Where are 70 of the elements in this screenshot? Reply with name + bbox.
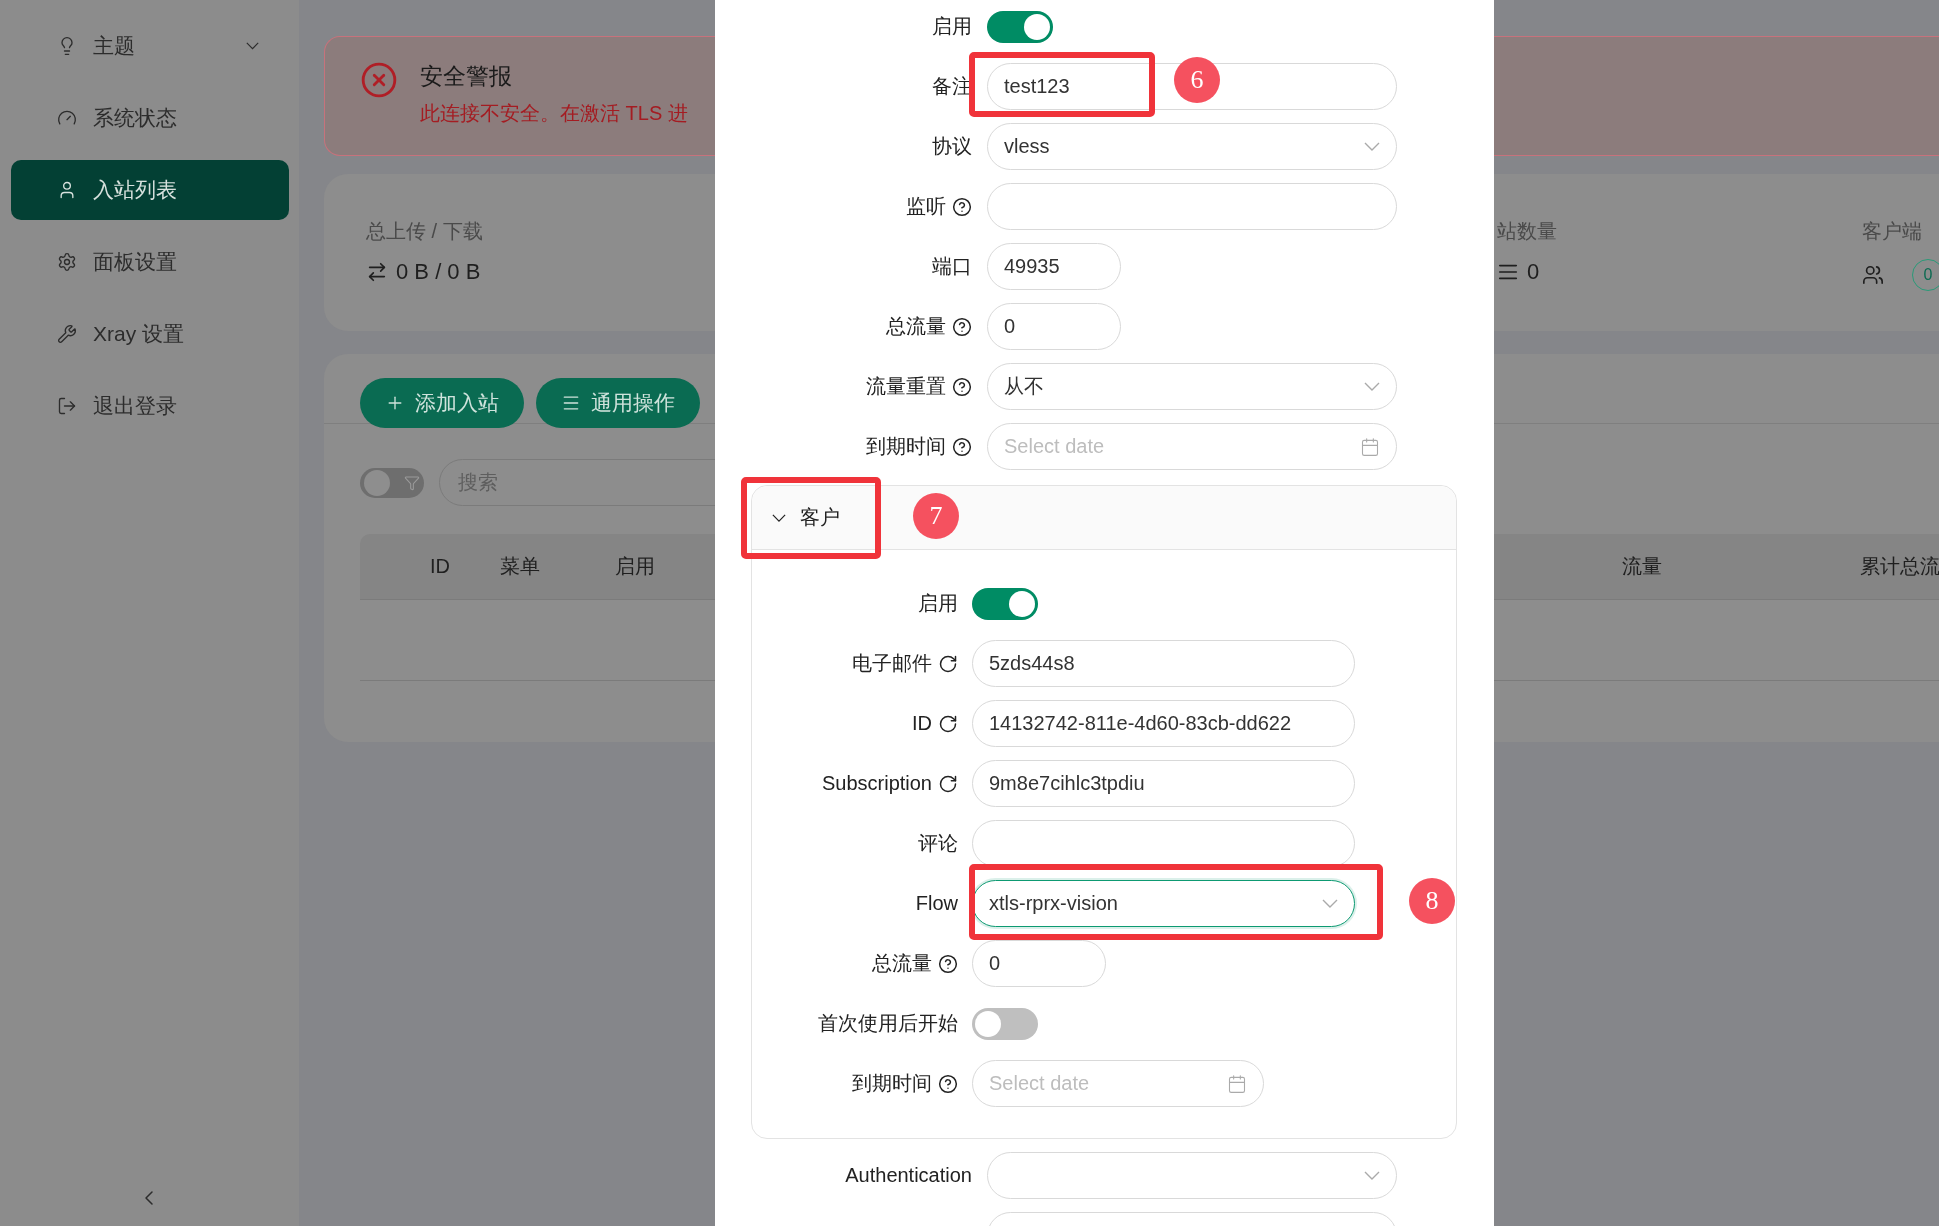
input-field[interactable]: 0 — [987, 303, 1121, 350]
stat-label: 站数量 — [1497, 219, 1558, 244]
error-icon — [360, 61, 398, 99]
field-label: 评论 — [918, 831, 958, 856]
stat-label: 总上传 / 下载 — [366, 219, 484, 244]
sidebar-item[interactable]: 退出登录 — [11, 376, 289, 436]
input-field[interactable]: 49935 — [987, 243, 1121, 290]
column-header: 流量 — [1622, 554, 1663, 579]
sidebar-item[interactable]: 入站列表 — [11, 160, 289, 220]
field-label: 协议 — [932, 134, 972, 159]
field-label: 到期时间 — [852, 1071, 932, 1096]
field-label: Flow — [915, 892, 958, 915]
input-field[interactable]: 14132742-811e-4d60-83cb-dd622 — [972, 700, 1355, 747]
stat-value: 0 — [1527, 259, 1540, 285]
field-label: 电子邮件 — [852, 651, 932, 676]
column-header: ID — [430, 555, 451, 578]
field-label: 监听 — [906, 194, 946, 219]
chevron-down-icon — [1364, 1171, 1380, 1180]
field-label: Subscription — [821, 772, 932, 795]
input-field[interactable]: 9m8e7cihlc3tpdiu — [972, 760, 1355, 807]
sidebar-item[interactable]: 面板设置 — [11, 232, 289, 292]
column-header: 菜单 — [500, 554, 541, 579]
stat-label: 客户端 — [1862, 219, 1923, 244]
filter-icon — [404, 474, 420, 491]
toggle-switch[interactable] — [972, 1007, 1038, 1040]
step-number: 8 — [1409, 878, 1455, 924]
input-field[interactable] — [972, 820, 1355, 867]
select-field[interactable]: xtls-rprx-vision — [972, 880, 1355, 927]
refresh-icon[interactable] — [938, 773, 958, 794]
field-label: 到期时间 — [866, 434, 946, 459]
column-header: 累计总流 — [1860, 554, 1939, 579]
field-label: 端口 — [932, 254, 972, 279]
select-field[interactable]: 从不 — [987, 363, 1397, 410]
field-label: ID — [912, 712, 932, 735]
sidebar-item[interactable]: 主题 — [11, 16, 289, 76]
refresh-icon[interactable] — [938, 713, 958, 734]
field-label: 流量重置 — [866, 374, 946, 399]
alert-message: 此连接不安全。在激活 TLS 进 — [420, 101, 688, 126]
stat-value: 0 B / 0 B — [396, 259, 481, 285]
column-header: 启用 — [615, 554, 656, 579]
sidebar-icon — [57, 324, 77, 344]
users-icon — [1862, 264, 1884, 286]
field-label: 总流量 — [872, 951, 932, 976]
toggle-switch[interactable] — [987, 10, 1053, 43]
chevron-down-icon — [1322, 899, 1338, 908]
field-label: 启用 — [932, 14, 972, 39]
field-label: Authentication — [845, 1164, 972, 1187]
chevron-down-icon — [1364, 382, 1380, 391]
field-label: 启用 — [918, 591, 958, 616]
input-field[interactable]: 0 — [972, 940, 1106, 987]
toggle-switch[interactable] — [972, 587, 1038, 620]
sidebar-item[interactable]: Xray 设置 — [11, 304, 289, 364]
sidebar-icon — [57, 396, 77, 416]
input-field[interactable]: 5zds44s8 — [972, 640, 1355, 687]
chevron-down-icon — [1364, 142, 1380, 151]
calendar-icon — [1360, 436, 1380, 457]
calendar-icon — [1227, 1073, 1247, 1094]
refresh-icon[interactable] — [938, 653, 958, 674]
alert-title: 安全警报 — [420, 62, 513, 91]
swap-icon — [366, 261, 388, 283]
select-field[interactable]: vless — [987, 123, 1397, 170]
field-label: 首次使用后开始 — [818, 1011, 958, 1036]
filter-toggle[interactable] — [360, 467, 424, 498]
select-field[interactable] — [987, 1152, 1397, 1199]
sidebar-icon — [57, 252, 77, 272]
field-label: 总流量 — [886, 314, 946, 339]
sidebar-item[interactable]: 系统状态 — [11, 88, 289, 148]
add-button[interactable]: 添加入站 — [360, 378, 524, 428]
actions-button[interactable]: 通用操作 — [536, 378, 700, 428]
input-field[interactable] — [987, 183, 1397, 230]
